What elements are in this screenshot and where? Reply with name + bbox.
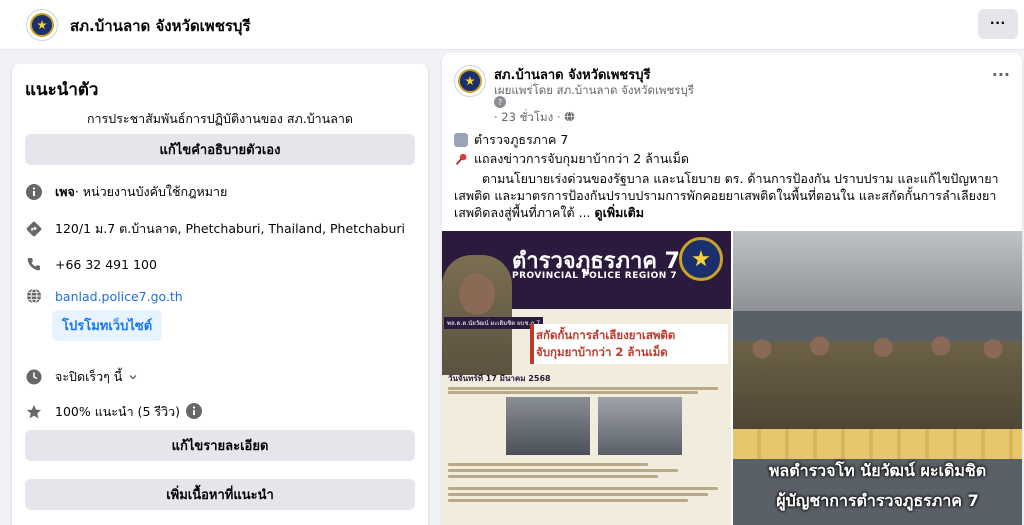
photo-caption-1: พลตำรวจโท นัยวัฒน์ ผะเดิมชิต (768, 461, 987, 480)
post-time-row: · 23 ชั่วโมง · (494, 109, 575, 127)
help-icon[interactable]: ? (494, 96, 506, 108)
body-text-line (448, 387, 718, 390)
body-text-line (448, 475, 658, 478)
page-type-label: เพจ (55, 184, 75, 199)
post-published-by: เผยแพร่โดย สภ.บ้านลาด จังหวัดเพชรบุรี (494, 83, 694, 97)
infographic-date: วันจันทร์ที่ 17 มีนาคม 2568 (448, 374, 551, 383)
intro-card: แนะนำตัว การประชาสัมพันธ์การปฏิบัติงานขอ… (12, 64, 428, 525)
page-title[interactable]: สภ.บ้านลาด จังหวัดเพชรบุรี (70, 14, 251, 38)
intro-description: การประชาสัมพันธ์การปฏิบัติงานของ สภ.บ้าน… (86, 111, 354, 126)
globe-icon (25, 287, 43, 305)
globe-icon (564, 111, 575, 125)
page-avatar[interactable] (26, 9, 58, 41)
phone-icon (25, 255, 43, 273)
photo-background (733, 231, 1022, 311)
post-time[interactable]: · 23 ชั่วโมง · (494, 109, 561, 127)
body-text-line (448, 469, 678, 472)
body-text-line (448, 487, 718, 490)
pushpin-icon (454, 152, 468, 166)
headline-line-1: สกัดกั้นการลำเลียงยาเสพติด (536, 328, 676, 342)
edit-details-button[interactable]: แก้ไขรายละเอียด (25, 430, 415, 461)
headline-line-2: จับกุมยาบ้ากว่า 2 ล้านเม็ด (536, 345, 668, 359)
body-text-line (448, 493, 708, 496)
directions-icon (25, 220, 43, 238)
post-line-1: ตำรวจภูธรภาค 7 (454, 130, 568, 150)
website-link[interactable]: banlad.police7.go.th (55, 289, 183, 304)
body-text-line (448, 463, 648, 466)
star-icon (25, 403, 43, 421)
body-text-line (448, 391, 698, 394)
evidence-photo (506, 397, 590, 455)
police-badge-icon (30, 13, 54, 37)
officer-caption: พล.ต.ต.นัยวัฒน์ ผะเดิมชิต ผบช.ภ.7 (444, 317, 544, 329)
seized-drugs-display (733, 429, 1022, 459)
see-more-link[interactable]: ดูเพิ่มเติม (595, 205, 645, 220)
promote-website-button[interactable]: โปรโมทเว็บไซต์ (52, 310, 163, 341)
hours-text: จะปิดเร็วๆ นี้ (55, 369, 123, 384)
page-header: สภ.บ้านลาด จังหวัดเพชรบุรี ··· (0, 0, 1024, 50)
address-text: 120/1 ม.7 ต.บ้านลาด, Phetchaburi, Thaila… (55, 221, 405, 236)
post-line-2: แถลงข่าวการจับกุมยาบ้ากว่า 2 ล้านเม็ด (454, 149, 689, 169)
hours-row[interactable]: จะปิดเร็วๆ นี้ (25, 367, 138, 387)
evidence-photo (598, 397, 682, 455)
infographic-subtitle: PROVINCIAL POLICE REGION 7 (512, 271, 678, 281)
post-image-infographic[interactable]: ตำรวจภูธรภาค 7 PROVINCIAL POLICE REGION … (442, 231, 731, 525)
officers-heads (733, 331, 1022, 361)
post-card: สภ.บ้านลาด จังหวัดเพชรบุรี เผยแพร่โดย สภ… (442, 53, 1022, 525)
chevron-down-icon (128, 370, 138, 385)
clock-icon (25, 368, 43, 386)
photo-caption-2: ผู้บัญชาการตำรวจภูธรภาค 7 (776, 491, 979, 510)
rating-text: 100% แนะนำ (5 รีวิว) (55, 404, 180, 419)
post-avatar[interactable] (454, 65, 486, 97)
phone-text: +66 32 491 100 (55, 256, 157, 272)
post-image-press-photo[interactable]: พลตำรวจโท นัยวัฒน์ ผะเดิมชิต ผู้บัญชาการ… (733, 231, 1022, 525)
rating-row: 100% แนะนำ (5 รีวิว) (25, 402, 202, 422)
info-circle-icon[interactable] (186, 402, 202, 422)
page-type-row: เพจ · หน่วยงานบังคับใช้กฎหมาย (25, 182, 227, 202)
phone-row: +66 32 491 100 (25, 255, 157, 273)
edit-bio-button[interactable]: แก้ไขคำอธิบายตัวเอง (25, 134, 415, 165)
info-icon (25, 183, 43, 201)
bullet-emoji-icon (454, 133, 468, 147)
address-row: 120/1 ม.7 ต.บ้านลาด, Phetchaburi, Thaila… (25, 219, 405, 239)
police-seal-icon (679, 237, 723, 281)
header-more-button[interactable]: ··· (978, 9, 1018, 39)
police-badge-icon (458, 69, 482, 93)
post-meta: ? (494, 96, 506, 108)
page-type-category: · หน่วยงานบังคับใช้กฎหมาย (74, 184, 228, 199)
body-text-line (448, 499, 688, 502)
officer-portrait (442, 255, 512, 375)
add-featured-button[interactable]: เพิ่มเนื้อหาที่แนะนำ (25, 479, 415, 510)
intro-heading: แนะนำตัว (25, 80, 99, 100)
post-body: ตามนโยบายเร่งด่วนของรัฐบาล และนโยบาย ตร.… (454, 171, 999, 220)
website-row: banlad.police7.go.th (25, 287, 183, 305)
post-more-button[interactable]: ··· (992, 65, 1010, 84)
